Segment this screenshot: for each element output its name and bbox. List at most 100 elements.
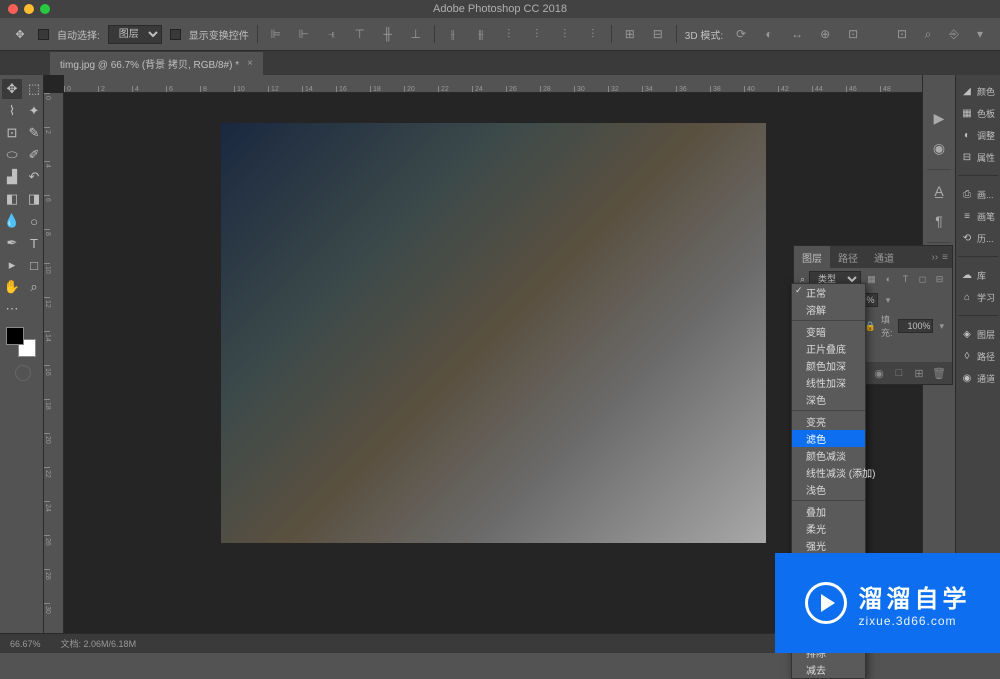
path-tool[interactable]: ▸ — [2, 255, 22, 275]
hand-tool[interactable]: ✋ — [2, 277, 22, 297]
new-icon[interactable]: ⊞ — [912, 366, 926, 380]
fill-input[interactable] — [898, 319, 933, 333]
foreground-swatch[interactable] — [6, 327, 24, 345]
shape-tool[interactable]: □ — [24, 255, 44, 275]
panel-tab-brush-presets[interactable]: ≡ 画笔 — [958, 206, 998, 226]
workspace-icon[interactable]: ⊡ — [892, 24, 912, 44]
wand-tool[interactable]: ✦ — [24, 101, 44, 121]
filter-shape-icon[interactable]: ◻ — [916, 273, 929, 286]
type-tool[interactable]: T — [24, 233, 44, 253]
healing-tool[interactable]: ⬭ — [2, 145, 22, 165]
document-tab[interactable]: timg.jpg @ 66.7% (背景 拷贝, RGB/8#) * × — [50, 52, 263, 75]
3d-pan-icon[interactable]: ◐ — [759, 24, 779, 44]
filter-smart-icon[interactable]: ⊟ — [933, 273, 946, 286]
blend-mode-item[interactable]: 正片叠底 — [792, 340, 865, 357]
maximize-window-button[interactable] — [40, 4, 50, 14]
history-brush-tool[interactable]: ↶ — [24, 167, 44, 187]
quickmask-button[interactable] — [15, 365, 31, 381]
blur-tool[interactable]: 💧 — [2, 211, 22, 231]
panel-tab-properties[interactable]: ⊟ 属性 — [958, 147, 998, 167]
menu-icon[interactable]: ≡ — [942, 252, 948, 263]
blend-mode-item[interactable]: 线性减淡 (添加) — [792, 464, 865, 481]
blend-mode-item[interactable]: 浅色 — [792, 481, 865, 498]
dodge-tool[interactable]: ○ — [24, 211, 44, 231]
blend-mode-item[interactable]: 颜色加深 — [792, 357, 865, 374]
close-window-button[interactable] — [8, 4, 18, 14]
paragraph-icon[interactable]: ¶ — [926, 208, 952, 234]
align-center-h-icon[interactable]: ⊩ — [294, 24, 314, 44]
3d-slide-icon[interactable]: ↔ — [787, 24, 807, 44]
3d-rotate-icon[interactable]: ⊕ — [815, 24, 835, 44]
arrange-2-icon[interactable]: ⊟ — [648, 24, 668, 44]
blend-mode-item[interactable]: 颜色减淡 — [792, 447, 865, 464]
align-right-icon[interactable]: ⫣ — [322, 24, 342, 44]
blend-mode-item[interactable]: 变亮 — [792, 413, 865, 430]
blend-mode-item[interactable]: 叠加 — [792, 503, 865, 520]
show-transform-checkbox[interactable] — [170, 29, 181, 40]
tab-close-button[interactable]: × — [247, 58, 253, 69]
stamp-tool[interactable]: ▟ — [2, 167, 22, 187]
tab-layers[interactable]: 图层 — [794, 246, 830, 269]
blend-mode-item[interactable]: 线性加深 — [792, 374, 865, 391]
eraser-tool[interactable]: ◧ — [2, 189, 22, 209]
auto-select-checkbox[interactable] — [38, 29, 49, 40]
arrange-1-icon[interactable]: ⊞ — [620, 24, 640, 44]
share-icon[interactable]: ⎆ — [944, 24, 964, 44]
move-tool[interactable]: ✥ — [2, 79, 22, 99]
panel-tab-layers[interactable]: ◈ 图层 — [958, 324, 998, 344]
distribute-6-icon[interactable]: ⫶ — [583, 24, 603, 44]
tab-paths[interactable]: 路径 — [830, 246, 866, 269]
tab-channels[interactable]: 通道 — [866, 246, 902, 269]
panel-tab-library[interactable]: ☁ 库 — [958, 265, 998, 285]
fill-chevron-icon[interactable]: ▾ — [937, 320, 946, 333]
crop-tool[interactable]: ⊡ — [2, 123, 22, 143]
blend-mode-item[interactable]: 滤色 — [792, 430, 865, 447]
gradient-tool[interactable]: ◨ — [24, 189, 44, 209]
blend-mode-item[interactable]: 变暗 — [792, 323, 865, 340]
panel-tab-history[interactable]: ⟲ 历... — [958, 228, 998, 248]
panel-tab-paths[interactable]: ◊ 路径 — [958, 346, 998, 366]
group-icon[interactable]: □ — [892, 366, 906, 380]
adj-icon[interactable]: ◉ — [872, 366, 886, 380]
blend-mode-item[interactable]: 减去 — [792, 661, 865, 678]
lasso-tool[interactable]: ⌇ — [2, 101, 22, 121]
distribute-v-icon[interactable]: ⫵ — [471, 24, 491, 44]
panel-tab-learn[interactable]: ⌂ 学习 — [958, 287, 998, 307]
blend-mode-item[interactable]: 强光 — [792, 537, 865, 554]
edit-toolbar[interactable]: ⋯ — [2, 299, 22, 319]
zoom-tool[interactable]: ⌕ — [24, 277, 44, 297]
collapse-icon[interactable]: ›› — [931, 252, 938, 263]
panel-tab-brush[interactable]: ⎙ 画... — [958, 184, 998, 204]
workspace-menu-icon[interactable]: ▾ — [970, 24, 990, 44]
panel-tab-color[interactable]: ◢ 颜色 — [958, 81, 998, 101]
trash-icon[interactable]: 🗑 — [932, 366, 946, 380]
eyedropper-tool[interactable]: ✎ — [24, 123, 44, 143]
record-icon[interactable]: ◉ — [926, 135, 952, 161]
blend-mode-item[interactable]: 深色 — [792, 391, 865, 408]
play-icon[interactable]: ▶ — [926, 105, 952, 131]
filter-pixel-icon[interactable]: ▦ — [865, 273, 878, 286]
align-left-icon[interactable]: ⊫ — [266, 24, 286, 44]
ruler-horizontal[interactable]: 0246810121416182022242628303234363840424… — [64, 75, 922, 93]
panel-tab-swatches[interactable]: ▦ 色板 — [958, 103, 998, 123]
auto-select-dropdown[interactable]: 图层 — [108, 25, 162, 44]
panel-tab-channels[interactable]: ◉ 通道 — [958, 368, 998, 388]
minimize-window-button[interactable] — [24, 4, 34, 14]
filter-adj-icon[interactable]: ◐ — [882, 273, 895, 286]
align-center-v-icon[interactable]: ╫ — [378, 24, 398, 44]
distribute-4-icon[interactable]: ⫶ — [527, 24, 547, 44]
distribute-5-icon[interactable]: ⫶ — [555, 24, 575, 44]
blend-mode-item[interactable]: 柔光 — [792, 520, 865, 537]
brush-tool[interactable]: ✐ — [24, 145, 44, 165]
pen-tool[interactable]: ✒ — [2, 233, 22, 253]
align-top-icon[interactable]: ⊤ — [350, 24, 370, 44]
opacity-chevron-icon[interactable]: ▾ — [882, 294, 895, 307]
filter-type-icon[interactable]: T — [899, 273, 912, 286]
blend-mode-item[interactable]: 正常 — [792, 284, 865, 301]
align-bottom-icon[interactable]: ⊥ — [406, 24, 426, 44]
distribute-h-icon[interactable]: ⫲ — [443, 24, 463, 44]
zoom-level[interactable]: 66.67% — [10, 639, 41, 649]
marquee-tool[interactable]: ⬚ — [24, 79, 44, 99]
3d-orbit-icon[interactable]: ⟳ — [731, 24, 751, 44]
ruler-vertical[interactable]: 024681012141618202224262830323436 — [44, 93, 64, 633]
